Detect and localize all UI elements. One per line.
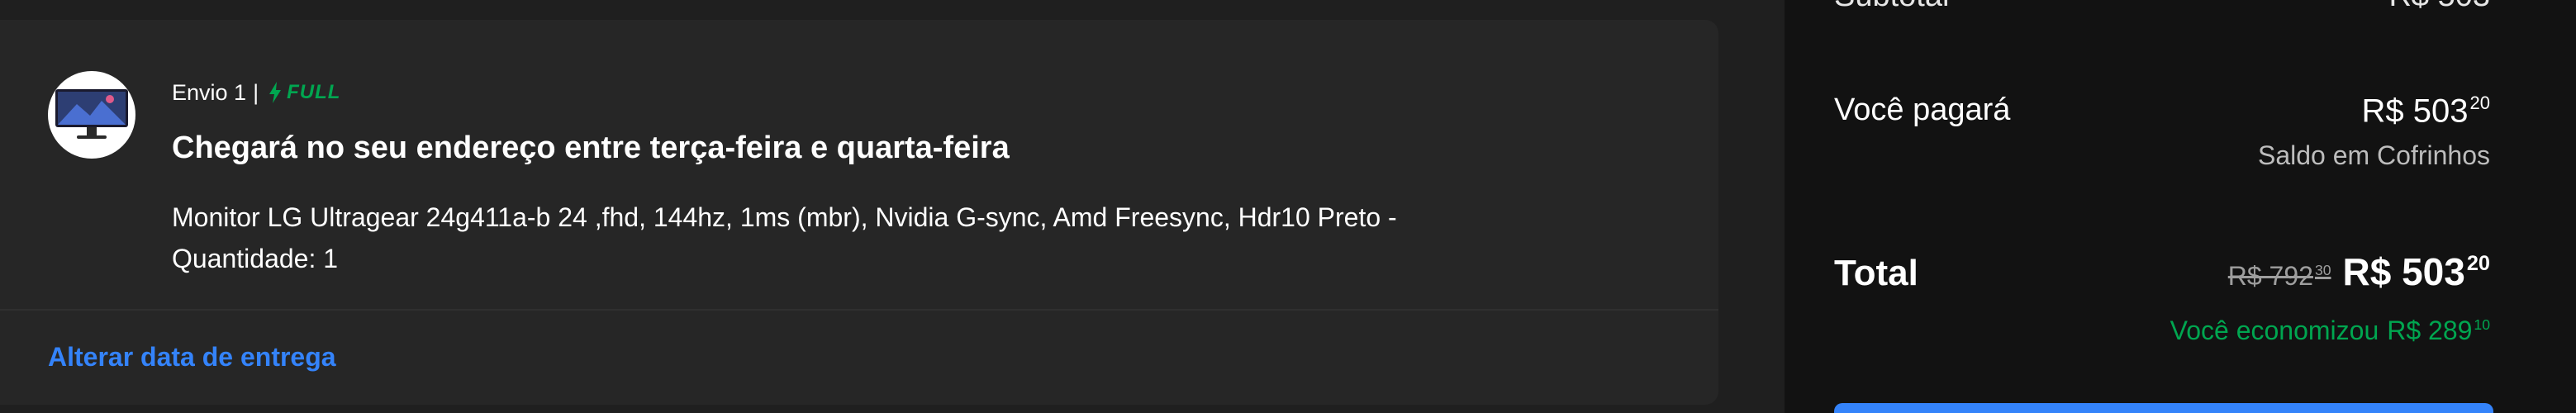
change-delivery-date-link[interactable]: Alterar data de entrega	[48, 342, 336, 373]
continue-button[interactable]	[1834, 403, 2493, 413]
shipment-header: Envio 1 | FULL	[172, 76, 340, 109]
you-pay-label: Você pagará	[1834, 93, 2011, 127]
monitor-icon	[55, 89, 128, 139]
you-pay-cents: 20	[2469, 93, 2490, 113]
original-price-cents: 30	[2314, 261, 2331, 278]
shipment-card: Envio 1 | FULL Chegará no seu endereço e…	[0, 20, 1718, 405]
original-price-integer: R$ 792	[2227, 261, 2313, 291]
shipment-separator: |	[253, 79, 259, 105]
card-divider	[0, 309, 1718, 311]
savings-note: Você economizou R$ 289 10	[2170, 316, 2490, 346]
final-price: R$ 50320	[2343, 249, 2490, 294]
savings-integer: R$ 289	[2387, 316, 2473, 345]
final-price-cents: 20	[2466, 252, 2490, 276]
product-quantity: Quantidade: 1	[172, 244, 339, 273]
product-thumbnail	[48, 71, 135, 159]
savings-amount: R$ 289 10	[2387, 316, 2490, 345]
delivery-estimate-title: Chegará no seu endereço entre terça-feir…	[172, 131, 1010, 165]
original-price: R$ 792 30	[2228, 261, 2331, 292]
order-summary-panel: Subtotal R$ 503 Você pagará R$ 50320 Sal…	[1785, 0, 2576, 413]
product-description: Monitor LG Ultragear 24g411a-b 24 ,fhd, …	[172, 202, 1397, 232]
lightning-icon	[269, 82, 282, 103]
savings-label: Você economizou	[2170, 316, 2379, 345]
full-badge: FULL	[267, 81, 340, 104]
subtotal-value: R$ 503	[2388, 0, 2490, 14]
final-price-integer: R$ 503	[2342, 250, 2465, 293]
you-pay-integer: R$ 503	[2361, 93, 2469, 130]
shipment-number: Envio 1	[172, 79, 247, 105]
full-badge-label: FULL	[287, 81, 341, 103]
subtotal-label: Subtotal	[1834, 0, 1949, 14]
checkout-screen: Envio 1 | FULL Chegará no seu endereço e…	[0, 0, 2576, 413]
shipment-details: Envio 1 | FULL Chegará no seu endereço e…	[0, 20, 1718, 309]
total-label: Total	[1834, 253, 1918, 293]
product-description-block: Monitor LG Ultragear 24g411a-b 24 ,fhd, …	[172, 197, 1626, 279]
payment-source-note: Saldo em Cofrinhos	[2257, 140, 2490, 170]
savings-cents: 10	[2474, 316, 2490, 333]
total-price: R$ 792 30 R$ 50320	[2228, 249, 2490, 294]
you-pay-value: R$ 50320	[2362, 93, 2490, 130]
